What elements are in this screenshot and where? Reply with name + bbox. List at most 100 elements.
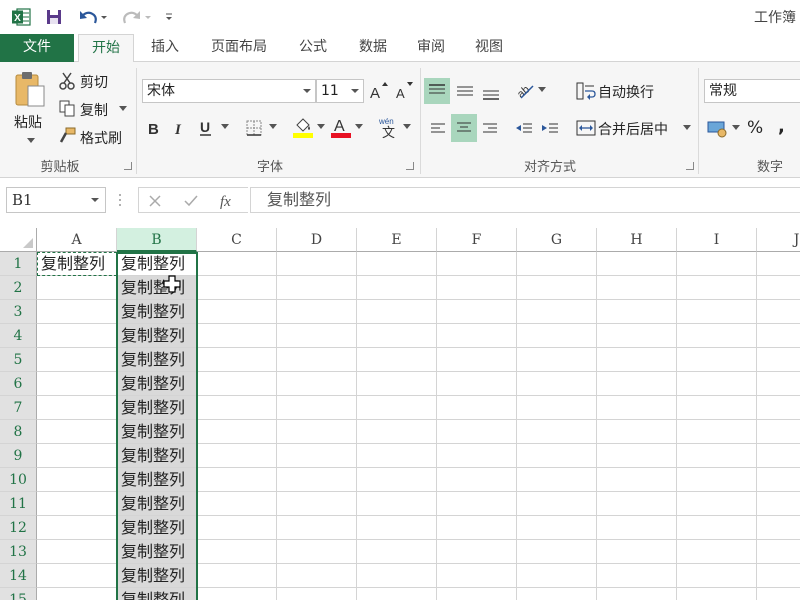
phonetic-guide-button[interactable]: wén 文 (378, 115, 400, 141)
cell-d6[interactable] (277, 372, 357, 396)
cell-d13[interactable] (277, 540, 357, 564)
row-header-4[interactable]: 4 (0, 324, 37, 348)
format-painter-button[interactable]: 格式刷 (80, 128, 122, 148)
cell-a5[interactable] (37, 348, 117, 372)
cell-h11[interactable] (597, 492, 677, 516)
tab-file[interactable]: 文件 (0, 34, 74, 62)
worksheet-grid[interactable]: ABCDEFGHIJ 1 2 3 4 5 6 7 8 9 10 11 12 13 14 15 复制整列 复制整… (0, 228, 800, 600)
cell-i11[interactable] (677, 492, 757, 516)
row-header-10[interactable]: 10 (0, 468, 37, 492)
cell-d10[interactable] (277, 468, 357, 492)
cell-i10[interactable] (677, 468, 757, 492)
wrap-text-button[interactable]: 自动换行 (598, 82, 654, 102)
row-header-11[interactable]: 11 (0, 492, 37, 516)
column-header-b[interactable]: B (117, 228, 197, 252)
undo-button[interactable] (76, 6, 110, 28)
column-header-j[interactable]: J (757, 228, 800, 252)
cancel-icon[interactable] (147, 193, 163, 209)
cell-e7[interactable] (357, 396, 437, 420)
copy-dropdown-icon[interactable] (118, 104, 128, 114)
fill-color-dropdown-icon[interactable] (316, 122, 326, 132)
cell-h1[interactable] (597, 252, 677, 276)
cell-g5[interactable] (517, 348, 597, 372)
cell-e6[interactable] (357, 372, 437, 396)
orientation-button[interactable]: ab (514, 78, 536, 102)
formula-input[interactable]: 复制整列 (250, 187, 800, 213)
cell-b15[interactable]: 复制整列 (117, 588, 197, 600)
tab-home[interactable]: 开始 (78, 34, 134, 63)
comma-style-button[interactable]: , (778, 116, 785, 137)
cell-i14[interactable] (677, 564, 757, 588)
cell-b7[interactable]: 复制整列 (117, 396, 197, 420)
cell-f10[interactable] (437, 468, 517, 492)
cell-g11[interactable] (517, 492, 597, 516)
cell-a12[interactable] (37, 516, 117, 540)
cell-j14[interactable] (757, 564, 800, 588)
cell-e12[interactable] (357, 516, 437, 540)
cell-b12[interactable]: 复制整列 (117, 516, 197, 540)
cell-d4[interactable] (277, 324, 357, 348)
cell-a3[interactable] (37, 300, 117, 324)
cell-h14[interactable] (597, 564, 677, 588)
row-header-12[interactable]: 12 (0, 516, 37, 540)
fill-color-button[interactable] (292, 115, 314, 139)
row-header-7[interactable]: 7 (0, 396, 37, 420)
cell-h10[interactable] (597, 468, 677, 492)
column-header-h[interactable]: H (597, 228, 677, 252)
cell-b6[interactable]: 复制整列 (117, 372, 197, 396)
cell-j2[interactable] (757, 276, 800, 300)
cell-b5[interactable]: 复制整列 (117, 348, 197, 372)
cell-e8[interactable] (357, 420, 437, 444)
cell-h13[interactable] (597, 540, 677, 564)
cell-g13[interactable] (517, 540, 597, 564)
column-header-c[interactable]: C (197, 228, 277, 252)
column-header-a[interactable]: A (37, 228, 117, 252)
merge-center-icon[interactable] (576, 117, 596, 139)
cell-b14[interactable]: 复制整列 (117, 564, 197, 588)
accounting-format-button[interactable] (706, 117, 730, 141)
cell-j9[interactable] (757, 444, 800, 468)
cell-h7[interactable] (597, 396, 677, 420)
underline-button[interactable]: U (196, 117, 216, 139)
cell-a13[interactable] (37, 540, 117, 564)
italic-button[interactable]: I (170, 117, 190, 139)
align-top-button[interactable] (424, 78, 450, 104)
align-middle-button[interactable] (452, 78, 478, 104)
cell-f11[interactable] (437, 492, 517, 516)
paste-label[interactable]: 粘贴 (14, 112, 42, 132)
cell-j10[interactable] (757, 468, 800, 492)
cell-j12[interactable] (757, 516, 800, 540)
borders-dropdown-icon[interactable] (268, 122, 278, 132)
cell-i12[interactable] (677, 516, 757, 540)
cell-a15[interactable] (37, 588, 117, 600)
cell-i5[interactable] (677, 348, 757, 372)
cell-i6[interactable] (677, 372, 757, 396)
cell-f15[interactable] (437, 588, 517, 600)
increase-indent-button[interactable] (538, 116, 562, 142)
tab-view[interactable]: 视图 (466, 34, 512, 62)
cell-g12[interactable] (517, 516, 597, 540)
cell-c3[interactable] (197, 300, 277, 324)
cell-f13[interactable] (437, 540, 517, 564)
row-header-13[interactable]: 13 (0, 540, 37, 564)
row-header-6[interactable]: 6 (0, 372, 37, 396)
cell-i7[interactable] (677, 396, 757, 420)
cell-f1[interactable] (437, 252, 517, 276)
insert-function-icon[interactable]: fx (219, 191, 239, 211)
cell-a2[interactable] (37, 276, 117, 300)
cell-j11[interactable] (757, 492, 800, 516)
align-bottom-button[interactable] (478, 80, 504, 106)
cell-j7[interactable] (757, 396, 800, 420)
cell-e4[interactable] (357, 324, 437, 348)
cell-i15[interactable] (677, 588, 757, 600)
tab-review[interactable]: 审阅 (408, 34, 454, 62)
cell-i9[interactable] (677, 444, 757, 468)
align-center-button[interactable] (451, 114, 477, 142)
cell-h12[interactable] (597, 516, 677, 540)
bold-button[interactable]: B (144, 117, 164, 139)
merge-center-button[interactable]: 合并后居中 (598, 119, 668, 139)
drag-handle-icon[interactable] (118, 192, 122, 208)
cell-b11[interactable]: 复制整列 (117, 492, 197, 516)
cell-h2[interactable] (597, 276, 677, 300)
cell-e2[interactable] (357, 276, 437, 300)
